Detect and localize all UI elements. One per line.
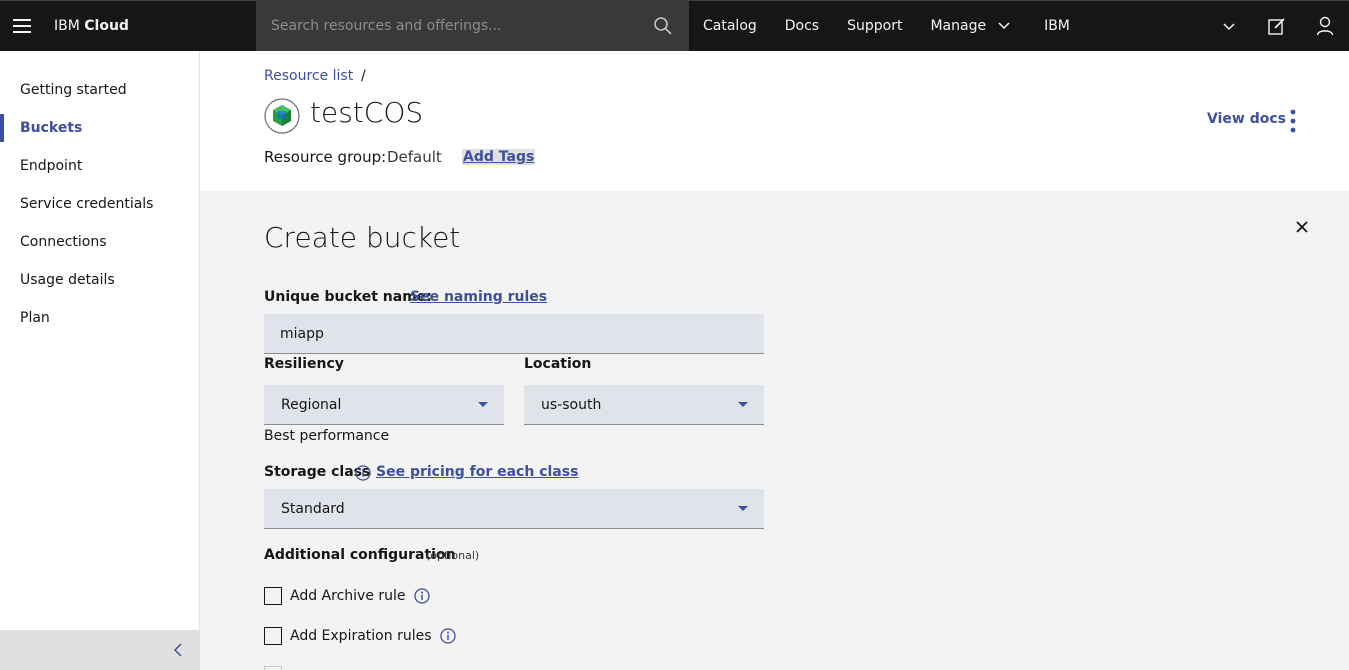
sidebar-item-endpoint[interactable]: Endpoint — [0, 147, 199, 185]
edit-icon — [1268, 18, 1285, 35]
caret-down-icon — [738, 402, 748, 407]
sidebar-item-usage-details[interactable]: Usage details — [0, 261, 199, 299]
resiliency-select[interactable]: Regional — [264, 385, 504, 425]
view-docs-link[interactable]: View docs — [1207, 111, 1286, 127]
edit-button[interactable] — [1253, 1, 1301, 51]
info-icon[interactable] — [355, 465, 371, 481]
nav-manage-label: Manage — [930, 18, 987, 34]
resiliency-label: Resiliency — [264, 356, 344, 372]
sidebar-collapse-button[interactable] — [0, 630, 199, 670]
location-select[interactable]: us-south — [524, 385, 764, 425]
top-navigation-bar: IBM Cloud Catalog Docs Support Manage IB… — [0, 0, 1349, 51]
nav-catalog[interactable]: Catalog — [689, 1, 771, 51]
account-switcher-button[interactable] — [1205, 1, 1253, 51]
archive-rule-checkbox-row[interactable]: Add Archive rule — [264, 586, 430, 606]
sidebar-item-plan[interactable]: Plan — [0, 299, 199, 337]
naming-rules-link[interactable]: See naming rules — [410, 289, 547, 305]
sidebar-item-buckets[interactable]: Buckets — [0, 109, 199, 147]
storage-class-select[interactable]: Standard — [264, 489, 764, 529]
overflow-menu-button[interactable] — [1280, 106, 1306, 136]
chevron-down-icon — [998, 22, 1010, 30]
search-input[interactable] — [256, 1, 646, 51]
search-icon[interactable] — [653, 16, 673, 36]
search-bar — [256, 1, 689, 51]
brand-prefix: IBM — [54, 18, 80, 34]
location-selected-value: us-south — [541, 397, 602, 413]
page-title: testCOS — [310, 96, 424, 129]
resource-header: Resource list / testCOS Resource group: … — [200, 51, 1349, 191]
breadcrumb-resource-list[interactable]: Resource list — [264, 68, 353, 84]
bucket-name-input[interactable] — [264, 314, 764, 354]
resiliency-selected-value: Regional — [281, 397, 342, 413]
location-label: Location — [524, 356, 592, 372]
archive-rule-label: Add Archive rule — [290, 588, 406, 604]
optional-text: (optional) — [426, 549, 480, 562]
cut-off-checkbox-row[interactable] — [264, 665, 282, 670]
close-panel-button[interactable] — [1290, 215, 1314, 239]
info-icon[interactable] — [439, 628, 456, 644]
ibm-cloud-logo[interactable]: IBM Cloud — [54, 1, 129, 51]
user-icon — [1316, 16, 1334, 36]
hamburger-icon — [13, 19, 31, 33]
top-nav-links: Catalog Docs Support Manage IBM — [689, 1, 1084, 51]
hamburger-menu-button[interactable] — [0, 1, 44, 51]
cos-logo-icon — [264, 98, 300, 134]
nav-manage[interactable]: Manage — [916, 1, 1030, 51]
create-bucket-panel: Create bucket Unique bucket name: See na… — [200, 191, 1349, 670]
archive-rule-checkbox[interactable] — [264, 587, 282, 605]
caret-down-icon — [478, 402, 488, 407]
cut-off-checkbox[interactable] — [264, 666, 282, 670]
panel-title: Create bucket — [264, 221, 461, 254]
user-profile-button[interactable] — [1301, 1, 1349, 51]
resource-group-label: Resource group: — [264, 148, 387, 166]
info-icon[interactable] — [413, 588, 430, 604]
close-icon — [1296, 221, 1308, 233]
storage-class-selected-value: Standard — [281, 501, 345, 517]
sidebar-item-service-credentials[interactable]: Service credentials — [0, 185, 199, 223]
bucket-name-label: Unique bucket name: — [264, 289, 432, 305]
sidebar-item-connections[interactable]: Connections — [0, 223, 199, 261]
resource-group-value: Default — [387, 148, 442, 166]
nav-docs[interactable]: Docs — [771, 1, 833, 51]
overflow-menu-icon — [1290, 109, 1296, 133]
chevron-left-icon — [173, 643, 182, 657]
expiration-rules-checkbox-row[interactable]: Add Expiration rules — [264, 626, 456, 646]
add-tags-link[interactable]: Add Tags — [462, 149, 536, 165]
sidebar-menu: Getting started Buckets Endpoint Service… — [0, 71, 199, 337]
sidebar: Getting started Buckets Endpoint Service… — [0, 51, 200, 670]
sidebar-item-getting-started[interactable]: Getting started — [0, 71, 199, 109]
caret-down-icon — [738, 506, 748, 511]
chevron-down-icon — [1223, 23, 1235, 31]
top-right-actions — [1205, 1, 1349, 51]
resiliency-helper-text: Best performance — [264, 428, 390, 444]
expiration-rules-checkbox[interactable] — [264, 627, 282, 645]
expiration-rules-label: Add Expiration rules — [290, 628, 432, 644]
breadcrumb-separator: / — [361, 68, 366, 84]
nav-support[interactable]: Support — [833, 1, 916, 51]
nav-account-ibm[interactable]: IBM — [1030, 1, 1084, 51]
pricing-link[interactable]: See pricing for each class — [376, 464, 578, 480]
brand-bold: Cloud — [84, 18, 129, 34]
